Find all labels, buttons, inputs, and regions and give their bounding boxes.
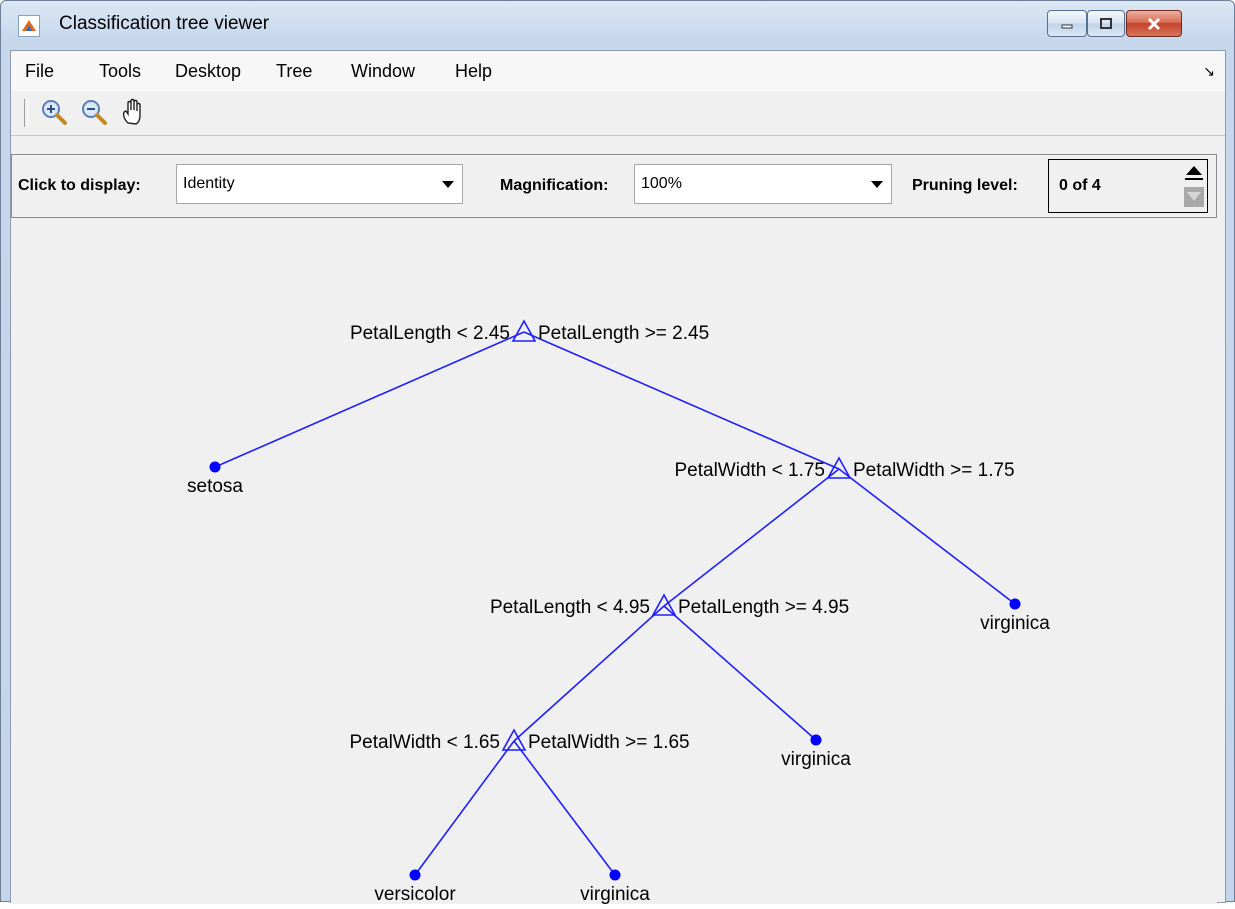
spinner-up-icon[interactable]: [1186, 166, 1202, 175]
tree-labels: PetalLength < 2.45 PetalLength >= 2.45 set…: [187, 323, 1050, 905]
split-rule-right: PetalLength >= 4.95: [678, 597, 849, 618]
menu-bar: File Tools Desktop Tree Window Help ↘: [11, 51, 1225, 92]
close-button[interactable]: [1126, 10, 1182, 37]
leaf-class-label: virginica: [781, 749, 851, 770]
tree-edge: [663, 468, 840, 607]
title-bar[interactable]: Classification tree viewer: [1, 1, 1234, 49]
tree-edge: [214, 331, 525, 468]
zoom-out-icon[interactable]: [79, 97, 109, 127]
menu-window[interactable]: Window: [351, 61, 415, 82]
tree-diagram: PetalLength < 2.45 PetalLength >= 2.45 set…: [187, 319, 1050, 905]
pruning-level-value: 0 of 4: [1059, 177, 1101, 194]
maximize-icon: [1100, 17, 1112, 29]
window-title: Classification tree viewer: [59, 13, 270, 34]
toolbar-grip: [24, 99, 28, 127]
leaf-node-icon[interactable]: [810, 734, 822, 746]
leaf-class-label: virginica: [580, 884, 650, 904]
menu-tree-label: Tree: [276, 61, 313, 81]
spinner-bar-icon: [1185, 178, 1203, 180]
magnification-label: Magnification:: [500, 177, 609, 194]
split-rule-left: PetalWidth < 1.75: [674, 460, 825, 481]
menu-desktop-label: Desktop: [175, 61, 242, 81]
minimize-button[interactable]: [1047, 10, 1087, 37]
menu-desktop[interactable]: Desktop: [175, 61, 241, 82]
chevron-down-icon: [442, 181, 454, 188]
split-rule-left: PetalWidth < 1.65: [349, 732, 500, 753]
menu-help[interactable]: Help: [455, 61, 492, 82]
split-rule-left: PetalLength < 4.95: [490, 597, 650, 618]
menu-help-label: Help: [455, 61, 493, 81]
menu-window-label: Window: [351, 61, 416, 81]
client-area: File Tools Desktop Tree Window Help ↘ Cl…: [10, 50, 1226, 905]
tree-edge: [838, 468, 1016, 605]
magnification-select-value: 100%: [641, 175, 682, 192]
split-rule-right: PetalLength >= 2.45: [538, 323, 709, 344]
leaf-node-icon[interactable]: [609, 869, 621, 881]
matlab-icon: [18, 15, 40, 37]
leaf-class-label: setosa: [187, 476, 243, 497]
split-rule-right: PetalWidth >= 1.65: [528, 732, 690, 753]
tree-canvas[interactable]: PetalLength < 2.45 PetalLength >= 2.45 set…: [11, 218, 1217, 905]
menu-file[interactable]: File: [25, 61, 54, 82]
leaf-class-label: versicolor: [374, 884, 456, 904]
menu-tools-label: Tools: [99, 61, 142, 81]
tree-edge: [513, 740, 616, 876]
menu-file-label: File: [25, 61, 55, 81]
leaf-node-icon[interactable]: [409, 869, 421, 881]
split-rule-left: PetalLength < 2.45: [350, 323, 510, 344]
display-select[interactable]: Identity: [176, 164, 463, 204]
display-label: Click to display:: [18, 177, 141, 194]
zoom-in-icon[interactable]: [39, 97, 69, 127]
leaf-node-icon[interactable]: [1009, 598, 1021, 610]
pan-hand-icon[interactable]: [119, 97, 149, 127]
magnification-select[interactable]: 100%: [634, 164, 892, 204]
chevron-down-icon: [871, 181, 883, 188]
controls-panel: Click to display: Identity Magnification…: [11, 154, 1217, 218]
maximize-button[interactable]: [1087, 10, 1125, 37]
tree-edge: [414, 740, 515, 876]
pruning-label: Pruning level:: [912, 177, 1018, 194]
minimize-icon: [1061, 24, 1073, 28]
tree-edge: [663, 605, 817, 741]
toolbar: [11, 91, 1225, 136]
leaf-class-label: virginica: [980, 613, 1050, 634]
display-select-value: Identity: [183, 175, 235, 192]
close-icon: [1147, 17, 1161, 30]
tree-edge: [513, 605, 665, 742]
app-window: Classification tree viewer File Tools De…: [0, 0, 1235, 905]
split-rule-right: PetalWidth >= 1.75: [853, 460, 1015, 481]
leaf-node-icon[interactable]: [209, 461, 221, 473]
tree-edge: [523, 331, 840, 470]
dock-arrow-icon[interactable]: ↘: [1203, 63, 1215, 80]
menu-tools[interactable]: Tools: [99, 61, 141, 82]
pruning-level-field[interactable]: 0 of 4: [1048, 159, 1208, 213]
split-node-icon[interactable]: [511, 319, 537, 342]
pruning-spinner[interactable]: [1183, 162, 1205, 210]
menu-tree[interactable]: Tree: [276, 61, 312, 82]
